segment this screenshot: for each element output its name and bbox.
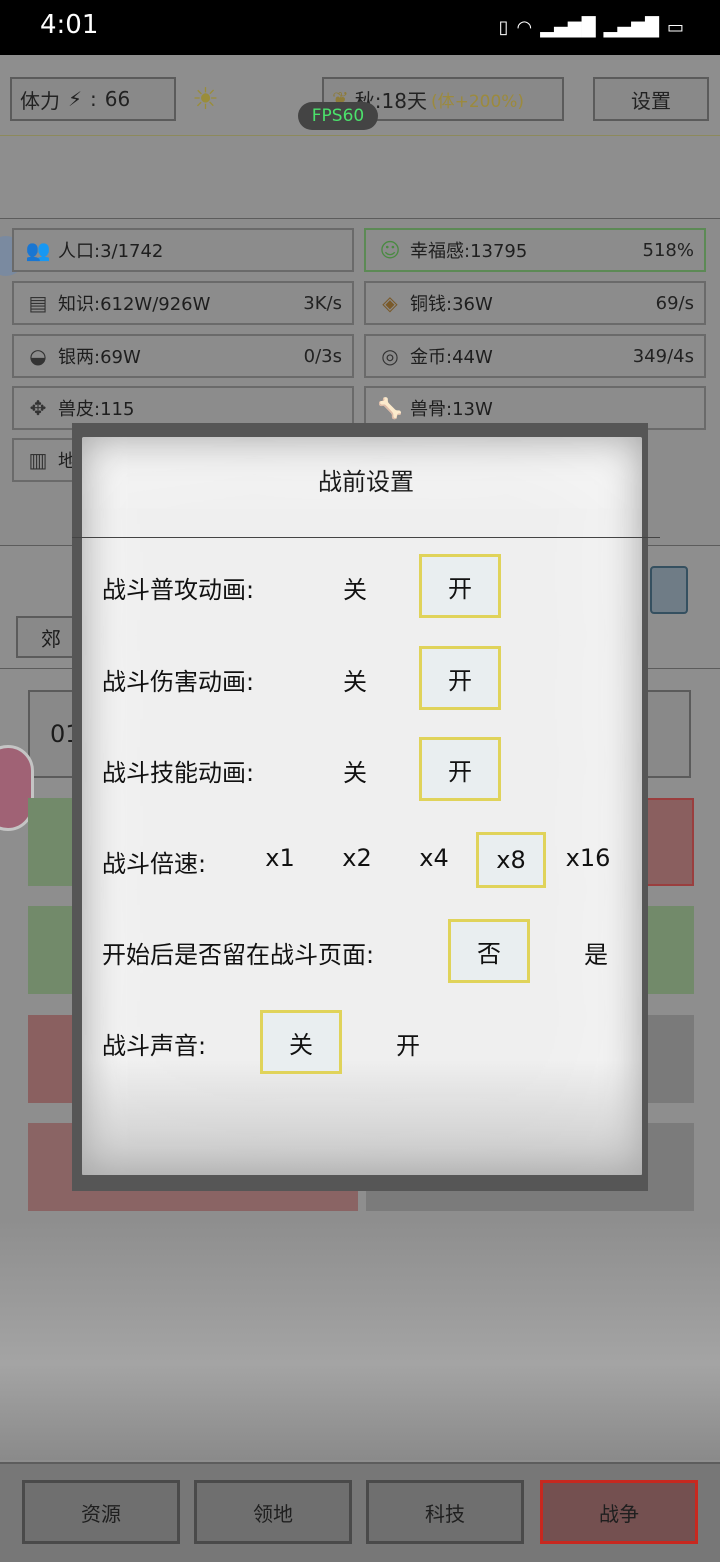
stay-on-battle-yes[interactable]: 是 [555,935,637,970]
landscape-background [0,1220,720,1460]
skill-animation-on[interactable]: 开 [419,737,501,801]
status-bar: 4:01 ▯ ◠ ▂▄▆█ ▂▄▆█ ▭ [0,0,720,55]
card-gray[interactable] [646,1015,694,1103]
paper-shading [82,1060,642,1175]
attack-animation-off[interactable]: 关 [314,570,396,605]
book-icon: ▤ [28,291,48,315]
card-red[interactable] [28,1015,76,1103]
wifi-icon: ◠ [516,16,533,38]
damage-animation-label: 战斗伤害动画: [102,668,255,696]
skill-animation-off[interactable]: 关 [314,753,396,788]
resource-copper: ◈ 铜钱:36W 69/s [364,281,706,325]
battery-charging-icon: ▭ [666,16,684,38]
map-scroll-icon: ▥ [28,448,48,472]
settings-button[interactable]: 设置 [593,77,709,121]
banner-area [0,135,720,219]
silver-ingot-icon: ◒ [29,344,47,368]
nav-war-button[interactable]: 战争 [540,1480,698,1544]
nav-territory-button[interactable]: 领地 [194,1480,352,1544]
damage-animation-off[interactable]: 关 [314,662,396,697]
people-icon: 👥 [25,238,51,262]
nav-tech-button[interactable]: 科技 [366,1480,524,1544]
speed-x2-option[interactable]: x2 [316,844,398,872]
card-green[interactable] [646,906,694,994]
stamina-value: 66 [104,87,131,111]
battle-speed-label: 战斗倍速: [102,850,207,878]
card-green[interactable] [28,798,76,886]
bone-icon: 🦴 [377,396,403,420]
battle-sound-label: 战斗声音: [102,1032,207,1060]
modal-divider [72,537,660,538]
smile-icon: ☺ [379,238,401,262]
signal-4g-icon: ▂▄▆█ [540,16,596,38]
speed-x8-option[interactable]: x8 [476,832,546,888]
copper-coin-icon: ◈ [382,291,398,315]
clock: 4:01 [40,10,99,40]
stamina-panel: 体力 ⚡ : 66 [10,77,176,121]
season-bonus: (体+200%) [430,91,525,112]
attack-animation-on[interactable]: 开 [419,554,501,618]
card-icon[interactable] [650,566,688,614]
speed-x1-option[interactable]: x1 [239,844,321,872]
hide-icon: ✥ [29,396,47,420]
battle-sound-off[interactable]: 关 [260,1010,342,1074]
sun-icon: ☀ [192,82,219,117]
damage-animation-on[interactable]: 开 [419,646,501,710]
resource-gold: ◎ 金币:44W 349/4s [364,334,706,378]
attack-animation-label: 战斗普攻动画: [102,576,255,604]
card-green[interactable] [28,906,76,994]
gold-coin-icon: ◎ [381,344,399,368]
stay-on-battle-label: 开始后是否留在战斗页面: [102,941,375,969]
resource-silver: ◒ 银两:69W 0/3s [12,334,354,378]
resource-population: 👥 人口:3/1742 [12,228,354,272]
stay-on-battle-no[interactable]: 否 [448,919,530,983]
skill-animation-label: 战斗技能动画: [102,759,255,787]
stamina-label: 体力 [20,88,60,113]
signal-4g-icon: ▂▄▆█ [603,16,659,38]
resource-knowledge: ▤ 知识:612W/926W 3K/s [12,281,354,325]
card-red[interactable] [646,798,694,886]
status-icons: ▯ ◠ ▂▄▆█ ▂▄▆█ ▭ [499,14,684,40]
resource-happiness: ☺ 幸福感:13795 518% [364,228,706,272]
battle-sound-on[interactable]: 开 [367,1026,449,1061]
nav-resources-button[interactable]: 资源 [22,1480,180,1544]
lightning-icon: ⚡ [68,87,83,111]
vibrate-icon: ▯ [498,16,509,38]
speed-x16-option[interactable]: x16 [547,844,629,872]
speed-x4-option[interactable]: x4 [393,844,475,872]
modal-title: 战前设置 [318,468,414,496]
fps-badge: FPS60 [298,102,378,130]
